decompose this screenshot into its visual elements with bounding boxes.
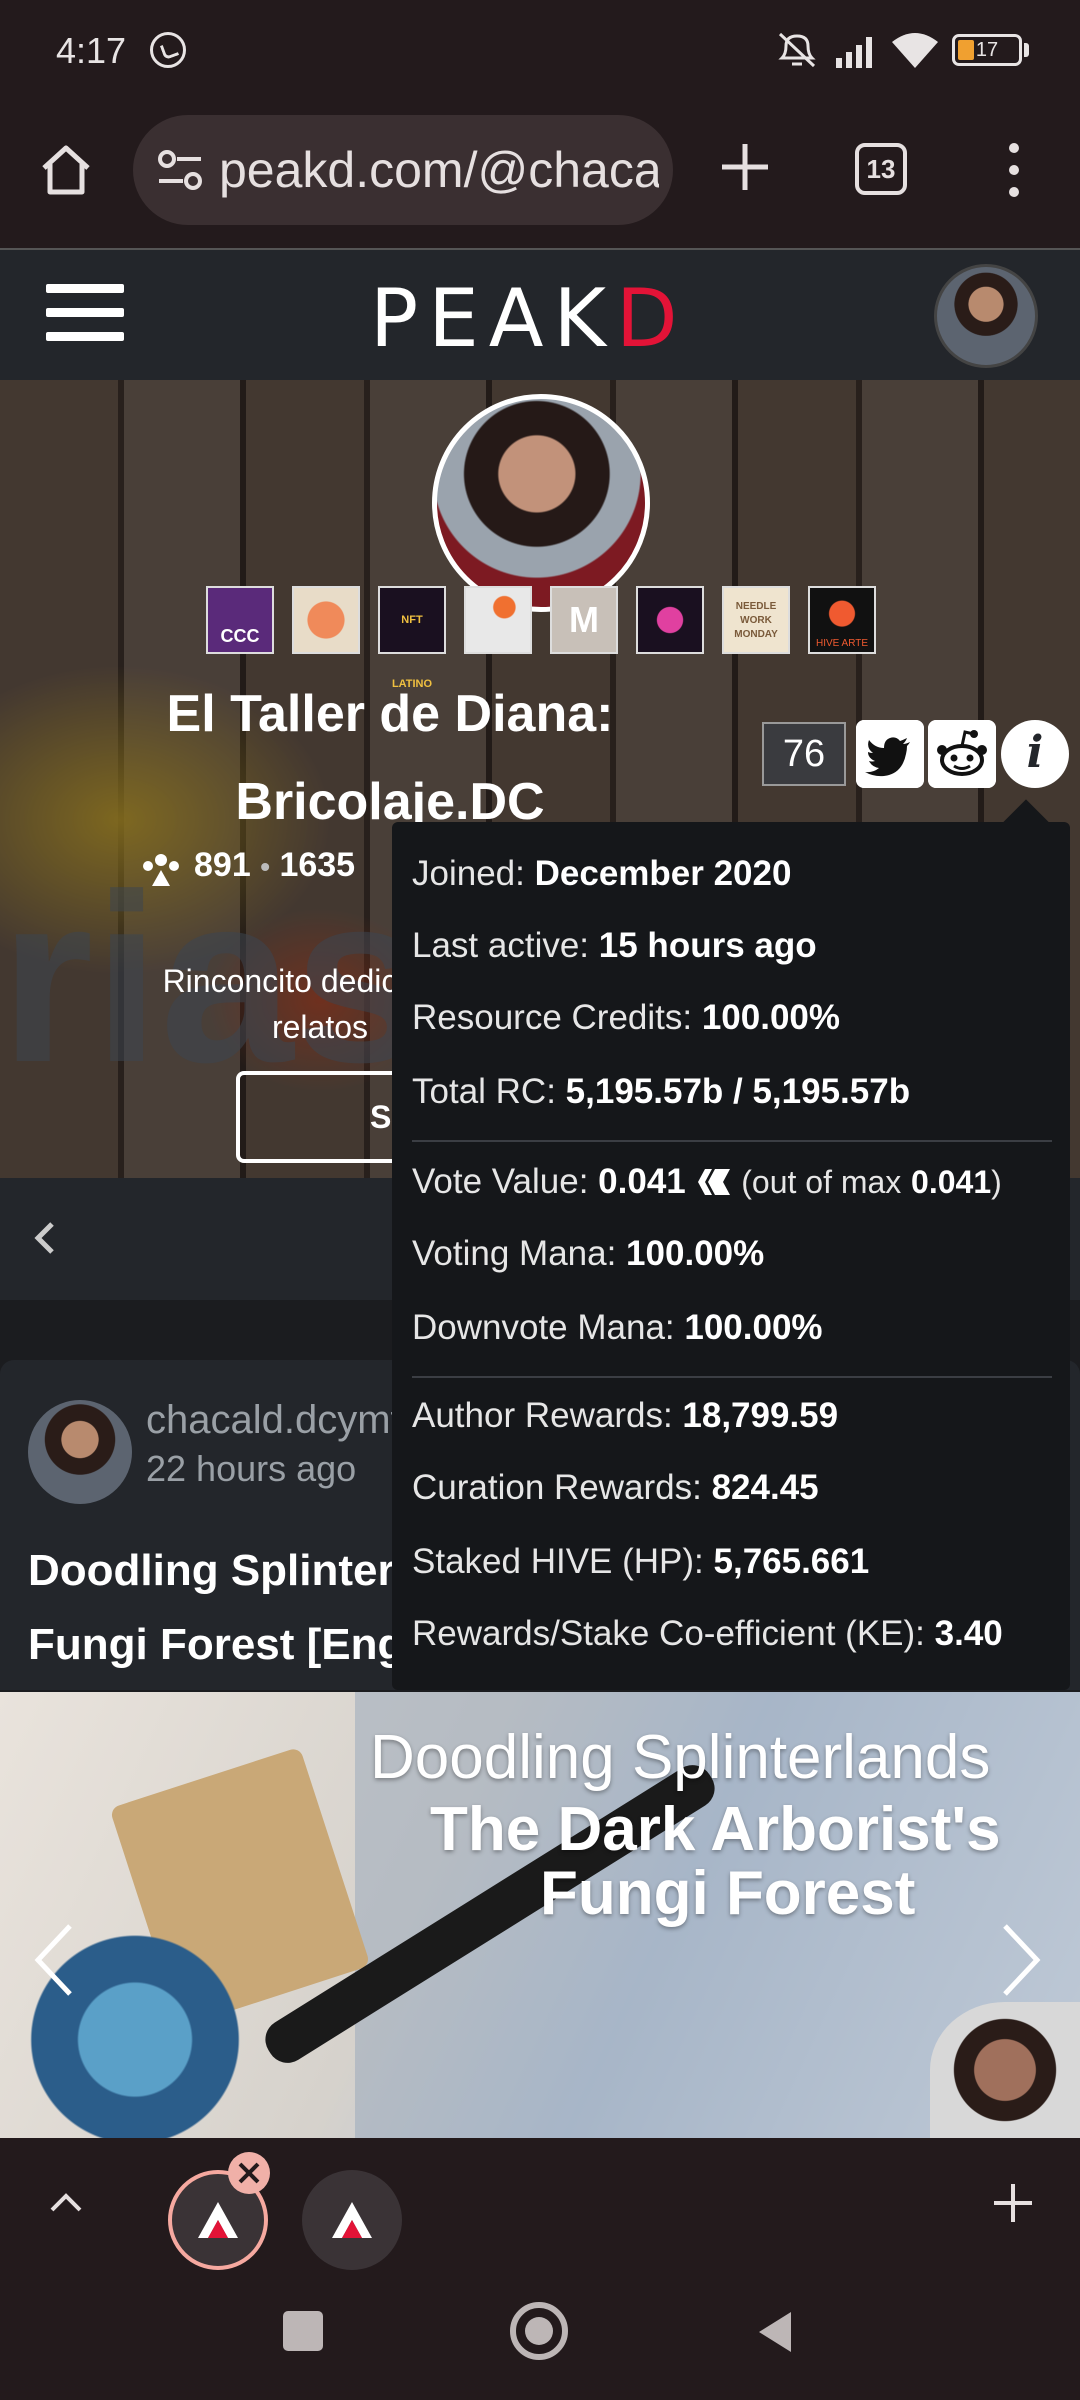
tab-peakd[interactable] — [302, 2170, 402, 2270]
badge-ccc[interactable]: CCC — [206, 586, 274, 654]
badge-needle-work-monday[interactable]: NEEDLE WORK MONDAY — [722, 586, 790, 654]
post-author-avatar[interactable] — [28, 1400, 132, 1504]
menu-icon[interactable] — [46, 282, 124, 342]
signal-icon — [836, 37, 872, 68]
whatsapp-icon — [150, 32, 186, 68]
thumbnail-title-line2: The Dark Arborist's — [430, 1795, 1001, 1864]
plus-icon[interactable] — [718, 140, 772, 194]
home-icon[interactable] — [36, 140, 96, 200]
community-badges: CCC NFT LATINO M NEEDLE WORK MONDAY HIVE… — [206, 586, 876, 690]
ke-row: Rewards/Stake Co-efficient (KE): 3.40 — [412, 1614, 1003, 1653]
carousel-prev-icon[interactable] — [30, 1920, 80, 2000]
mute-icon — [778, 32, 816, 68]
joined-row: Joined: December 2020 — [412, 854, 792, 893]
profile-name: El Taller de Diana: Bricolaje.DC — [110, 670, 670, 846]
followers-count[interactable]: 891 — [194, 846, 251, 884]
battery-tip — [1024, 43, 1029, 57]
info-icon[interactable]: i — [1001, 720, 1069, 788]
account-info-popover: Joined: December 2020 Last active: 15 ho… — [392, 822, 1070, 1690]
total-rc-row: Total RC: 5,195.57b / 5,195.57b — [412, 1072, 911, 1111]
carousel-next-icon[interactable] — [995, 1920, 1045, 2000]
battery-level: 17 — [975, 39, 999, 61]
downvote-mana-row: Downvote Mana: 100.00% — [412, 1308, 823, 1347]
vote-value-row: Vote Value: 0.041 (out of max 0.041) — [412, 1162, 1002, 1201]
post-thumbnail[interactable]: Doodling Splinterlands The Dark Arborist… — [0, 1692, 1080, 2138]
thumbnail-author-photo — [930, 2002, 1080, 2138]
post-author[interactable]: chacald.dcymt — [146, 1398, 402, 1443]
home-circle-icon[interactable] — [510, 2302, 568, 2360]
close-tab-icon[interactable] — [228, 2152, 270, 2194]
badge-m[interactable]: M — [550, 586, 618, 654]
tune-icon[interactable] — [157, 149, 203, 191]
reddit-icon[interactable] — [928, 720, 996, 788]
chevron-up-icon[interactable] — [46, 2186, 86, 2218]
badge-geo[interactable] — [464, 586, 532, 654]
battery-icon: 17 — [952, 34, 1022, 66]
profile-name-line1: El Taller de Diana: — [166, 685, 614, 743]
badge-d20[interactable] — [292, 586, 360, 654]
resource-credits-row: Resource Credits: 100.00% — [412, 998, 841, 1037]
voting-mana-row: Voting Mana: 100.00% — [412, 1234, 765, 1273]
tabs-icon[interactable]: 13 — [855, 143, 907, 195]
thumbnail-title-line1: Doodling Splinterlands — [370, 1723, 991, 1792]
wifi-icon — [892, 33, 938, 68]
peakd-tab-icon — [198, 2202, 238, 2238]
twitter-icon[interactable] — [856, 720, 924, 788]
following-count[interactable]: 1635 — [279, 846, 355, 884]
author-rewards-row: Author Rewards: 18,799.59 — [412, 1396, 839, 1435]
url-text[interactable]: peakd.com/@chacald.dcymt — [219, 141, 659, 199]
chevron-left-icon[interactable] — [30, 1218, 60, 1258]
last-active-row: Last active: 15 hours ago — [412, 926, 817, 965]
peakd-logo[interactable]: PEAKD — [370, 272, 688, 365]
recents-icon[interactable] — [283, 2311, 323, 2351]
staked-hive-row: Staked HIVE (HP): 5,765.661 — [412, 1542, 870, 1581]
status-time: 4:17 — [56, 30, 127, 71]
url-bar[interactable]: peakd.com/@chacald.dcymt — [133, 115, 673, 225]
tab-strip — [0, 2138, 1080, 2272]
badge-nft-latino[interactable]: NFT LATINO — [378, 586, 446, 690]
curation-rewards-row: Curation Rewards: 824.45 — [412, 1468, 819, 1507]
new-tab-plus-icon[interactable] — [990, 2180, 1036, 2226]
post-time: 22 hours ago — [146, 1448, 357, 1489]
followers-icon — [143, 854, 179, 886]
follow-counts[interactable]: 891 • 1635 — [194, 846, 355, 885]
follow-separator: • — [260, 851, 270, 882]
popover-divider — [412, 1376, 1052, 1378]
badge-hive[interactable] — [636, 586, 704, 654]
popover-divider — [412, 1140, 1052, 1142]
reputation-score: 76 — [762, 722, 846, 786]
thumbnail-title-line3: Fungi Forest — [540, 1859, 916, 1928]
back-triangle-icon[interactable] — [755, 2308, 795, 2356]
more-vert-icon[interactable] — [1000, 140, 1028, 200]
badge-hive-arte[interactable]: HIVE ARTE — [808, 586, 876, 654]
profile-avatar[interactable] — [432, 394, 650, 612]
hive-icon — [697, 1169, 730, 1195]
peakd-tab-icon — [332, 2202, 372, 2238]
user-avatar[interactable] — [934, 264, 1038, 368]
